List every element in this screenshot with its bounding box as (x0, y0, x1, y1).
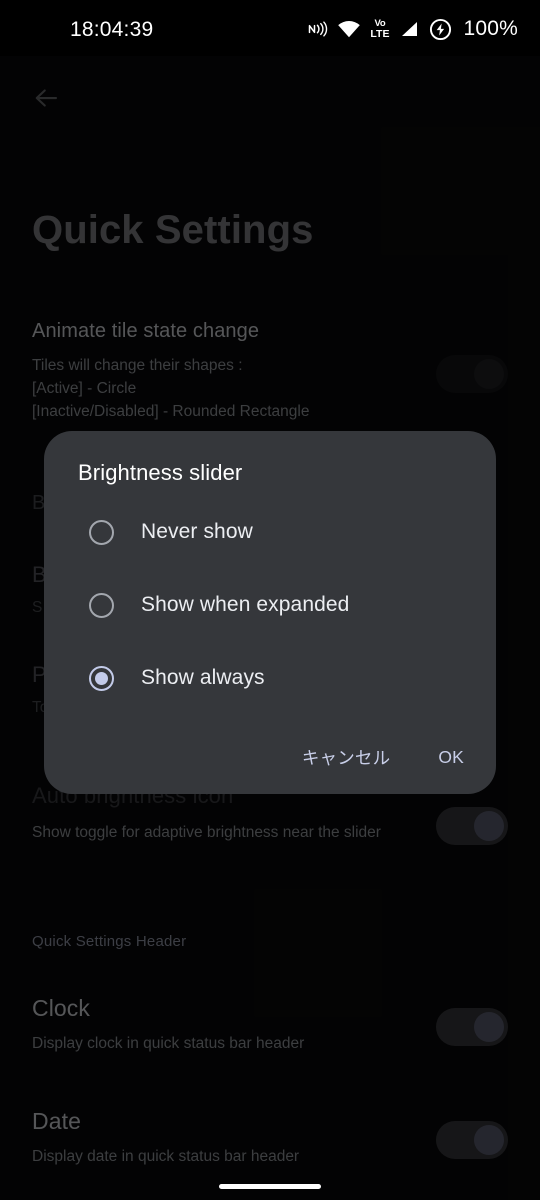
radio-option-label: Show always (141, 666, 265, 689)
dialog-action-buttons: キャンセル OK (292, 737, 474, 778)
setting-title: Animate tile state change (32, 320, 260, 342)
radio-dot (95, 671, 108, 685)
phone-screen: Quick Settings Animate tile state change… (0, 0, 540, 1200)
status-bar: 18:04:39 Vo LTE 100% (0, 0, 540, 56)
home-indicator[interactable] (219, 1184, 321, 1189)
nfc-icon (309, 21, 328, 37)
volte-line2: LTE (370, 28, 390, 40)
setting-title: Date (32, 1108, 81, 1134)
setting-subtitle: Display date in quick status bar header (32, 1148, 300, 1165)
brightness-slider-dialog: Brightness slider Never show Show when e… (44, 431, 496, 794)
page-title: Quick Settings (32, 208, 314, 252)
status-bar-clock: 18:04:39 (70, 18, 154, 41)
setting-toggle[interactable] (436, 355, 508, 393)
radio-option-show-when-expanded[interactable]: Show when expanded (78, 580, 478, 630)
section-header-quick-settings-header: Quick Settings Header (32, 933, 187, 950)
battery-charging-icon (430, 18, 452, 40)
toggle-knob (474, 811, 504, 841)
cellular-signal-icon (402, 22, 418, 36)
back-arrow-icon (35, 89, 58, 107)
setting-title: Clock (32, 995, 91, 1021)
setting-subtitle: Display clock in quick status bar header (32, 1035, 305, 1052)
setting-subtitle: Tiles will change their shapes : [Active… (32, 357, 310, 420)
wifi-icon (338, 21, 361, 38)
dialog-title: Brightness slider (78, 460, 243, 485)
toggle-knob (474, 359, 504, 389)
setting-subtitle: Show toggle for adaptive brightness near… (32, 824, 381, 841)
toggle-knob (474, 1012, 504, 1042)
radio-option-show-always[interactable]: Show always (78, 653, 478, 703)
battery-percent-label: 100% (463, 17, 518, 40)
setting-toggle[interactable] (436, 1121, 508, 1159)
cancel-button[interactable]: キャンセル (292, 737, 401, 778)
radio-button-unchecked-icon[interactable] (89, 592, 114, 618)
volte-icon: Vo LTE (370, 17, 389, 41)
back-button[interactable] (22, 74, 70, 122)
radio-button-unchecked-icon[interactable] (89, 519, 114, 545)
volte-line1: Vo (374, 17, 386, 29)
radio-option-never-show[interactable]: Never show (78, 507, 478, 557)
radio-option-label: Never show (141, 520, 253, 543)
setting-toggle[interactable] (436, 807, 508, 845)
radio-option-label: Show when expanded (141, 593, 350, 616)
toggle-knob (474, 1125, 504, 1155)
setting-toggle[interactable] (436, 1008, 508, 1046)
status-bar-icons: Vo LTE 100% (306, 16, 518, 42)
ok-button[interactable]: OK (428, 739, 474, 776)
radio-button-checked-icon[interactable] (89, 665, 114, 691)
